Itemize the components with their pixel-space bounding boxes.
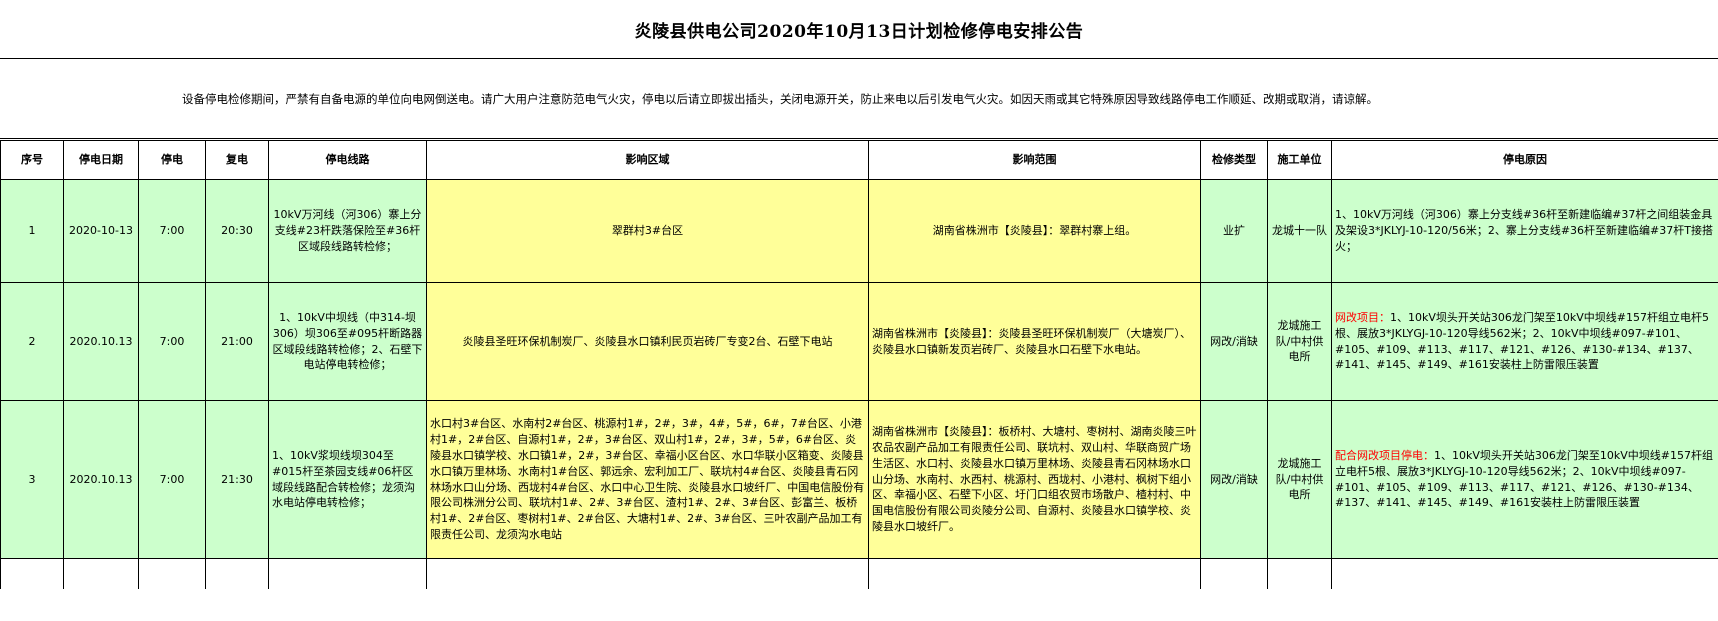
- header-cell: 影响范围: [868, 140, 1201, 180]
- cell-line: 1、10kV中坝线（中314-坝306）坝306至#095杆断路器区域段线路转检…: [268, 282, 427, 401]
- empty-cell: [1331, 558, 1718, 589]
- cell-type: 网改/消缺: [1200, 282, 1268, 401]
- reason-prefix: 配合网改项目停电：: [1335, 448, 1434, 462]
- header-cell: 施工单位: [1267, 140, 1332, 180]
- empty-cell: [868, 558, 1201, 589]
- empty-cell: [63, 558, 139, 589]
- empty-cell: [1267, 558, 1332, 589]
- table-row: 1 2020-10-13 7:00 20:30 10kV万河线（河306）寨上分…: [0, 179, 1718, 283]
- cell-scope: 湖南省株洲市【炎陵县】：炎陵县圣旺环保机制炭厂（大塘炭厂）、炎陵县水口镇新发页岩…: [868, 282, 1201, 401]
- cell-area: 炎陵县圣旺环保机制炭厂、炎陵县水口镇利民页岩砖厂专变2台、石壁下电站: [426, 282, 869, 401]
- cell-off-time: 7:00: [138, 400, 206, 559]
- page-title: 炎陵县供电公司2020年10月13日计划检修停电安排公告: [634, 21, 1084, 42]
- cell-date: 2020.10.13: [63, 282, 139, 401]
- empty-cell: [268, 558, 427, 589]
- title-row: 炎陵县供电公司2020年10月13日计划检修停电安排公告: [0, 0, 1718, 59]
- cell-reason: 网改项目：1、10kV坝头开关站306龙门架至10kV中坝线#157杆组立电杆5…: [1331, 282, 1718, 401]
- cell-on-time: 21:30: [205, 400, 269, 559]
- reason-prefix: 网改项目：: [1335, 310, 1390, 324]
- cell-area: 翠群村3#台区: [426, 179, 869, 283]
- notice-row: 设备停电检修期间，严禁有自备电源的单位向电网倒送电。请广大用户注意防范电气火灾，…: [0, 59, 1718, 139]
- empty-cell: [138, 558, 206, 589]
- cell-reason: 1、10kV万河线（河306）寨上分支线#36杆至新建临编#37杆之间组装金具及…: [1331, 179, 1718, 283]
- cell-date: 2020-10-13: [63, 179, 139, 283]
- header-cell: 停电线路: [268, 140, 427, 180]
- cell-date: 2020.10.13: [63, 400, 139, 559]
- cell-line: 1、10kV浆坝线坝304至#015杆至茶园支线#06杆区域段线路配合转检修；龙…: [268, 400, 427, 559]
- empty-cell: [426, 558, 869, 589]
- header-cell: 影响区域: [426, 140, 869, 180]
- reason-text: 1、10kV万河线（河306）寨上分支线#36杆至新建临编#37杆之间组装金具及…: [1335, 208, 1713, 253]
- cell-off-time: 7:00: [138, 179, 206, 283]
- empty-cell: [1200, 558, 1268, 589]
- cell-no: 3: [0, 400, 64, 559]
- spreadsheet: 炎陵县供电公司2020年10月13日计划检修停电安排公告 设备停电检修期间，严禁…: [0, 0, 1718, 621]
- header-cell: 检修类型: [1200, 140, 1268, 180]
- cell-type: 网改/消缺: [1200, 400, 1268, 559]
- reason-text: 1、10kV坝头开关站306龙门架至10kV中坝线#157杆组立电杆5根、展放3…: [1335, 310, 1709, 372]
- cell-scope: 湖南省株洲市【炎陵县】：板桥村、大塘村、枣树村、湖南炎陵三叶农品农副产品加工有限…: [868, 400, 1201, 559]
- table-row-empty: [0, 558, 1718, 589]
- table-row: 3 2020.10.13 7:00 21:30 1、10kV浆坝线坝304至#0…: [0, 400, 1718, 559]
- header-cell: 停电日期: [63, 140, 139, 180]
- notice-text: 设备停电检修期间，严禁有自备电源的单位向电网倒送电。请广大用户注意防范电气火灾，…: [182, 91, 1378, 106]
- cell-on-time: 20:30: [205, 179, 269, 283]
- cell-reason: 配合网改项目停电：1、10kV坝头开关站306龙门架至10kV中坝线#157杆组…: [1331, 400, 1718, 559]
- cell-scope: 湖南省株洲市【炎陵县】：翠群村寨上组。: [868, 179, 1201, 283]
- table-row: 2 2020.10.13 7:00 21:00 1、10kV中坝线（中314-坝…: [0, 282, 1718, 401]
- empty-cell: [205, 558, 269, 589]
- empty-cell: [0, 558, 64, 589]
- cell-off-time: 7:00: [138, 282, 206, 401]
- cell-unit: 龙城十一队: [1267, 179, 1332, 283]
- header-row: 序号 停电日期 停电 复电 停电线路 影响区域 影响范围 检修类型 施工单位 停…: [0, 140, 1718, 180]
- header-cell: 停电: [138, 140, 206, 180]
- cell-on-time: 21:00: [205, 282, 269, 401]
- cell-area: 水口村3#台区、水南村2#台区、桃源村1#，2#，3#，4#，5#，6#，7#台…: [426, 400, 869, 559]
- header-cell: 复电: [205, 140, 269, 180]
- header-cell: 停电原因: [1331, 140, 1718, 180]
- outage-table: 序号 停电日期 停电 复电 停电线路 影响区域 影响范围 检修类型 施工单位 停…: [0, 140, 1718, 589]
- cell-no: 2: [0, 282, 64, 401]
- cell-unit: 龙城施工队/中村供电所: [1267, 282, 1332, 401]
- cell-unit: 龙城施工队/中村供电所: [1267, 400, 1332, 559]
- cell-type: 业扩: [1200, 179, 1268, 283]
- cell-no: 1: [0, 179, 64, 283]
- cell-line: 10kV万河线（河306）寨上分支线#23杆跌落保险至#36杆区域段线路转检修；: [268, 179, 427, 283]
- header-cell: 序号: [0, 140, 64, 180]
